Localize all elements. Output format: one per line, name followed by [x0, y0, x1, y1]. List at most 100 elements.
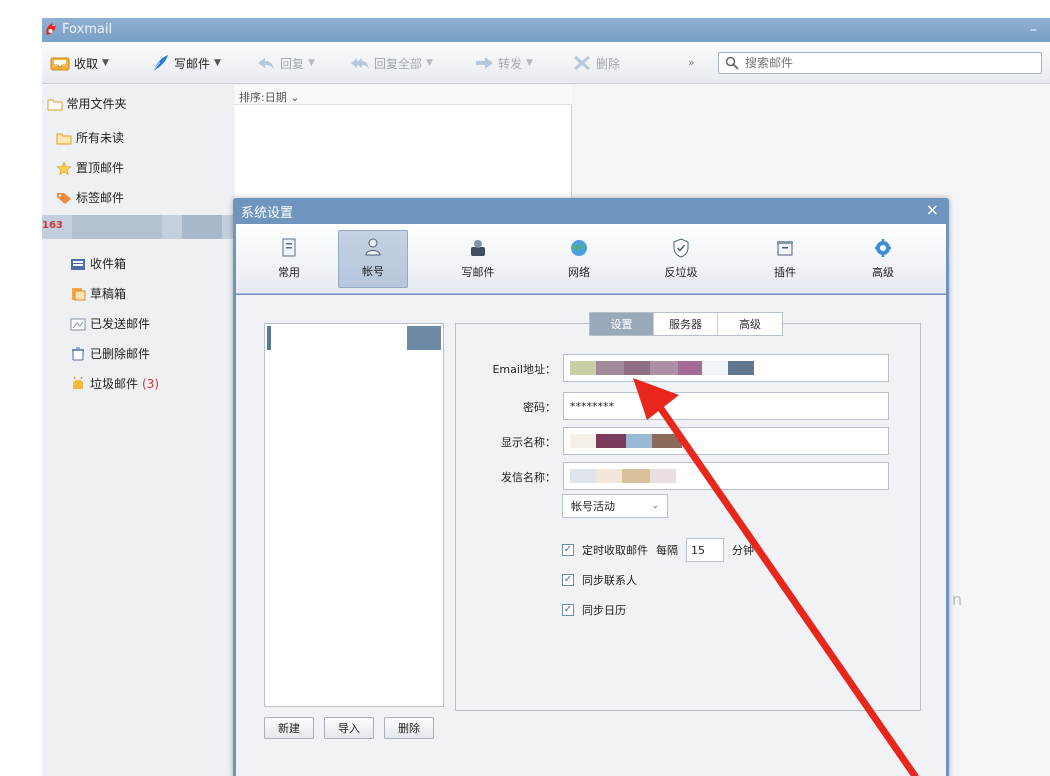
settings-subtabs: 设置 服务器 高级	[589, 312, 783, 336]
foxmail-window: Foxmail – 收取 ▼ 写邮件 ▼ 回复 ▼ 回复全部 ▼ 转发 ▼ 删除…	[42, 18, 1050, 776]
subtab-advanced[interactable]: 高级	[718, 313, 782, 335]
redacted-block	[650, 469, 676, 483]
title-bar: Foxmail –	[42, 18, 1050, 42]
redacted-block	[596, 434, 626, 448]
tab-network[interactable]: 网络	[544, 232, 614, 288]
tab-advanced[interactable]: 高级	[848, 232, 918, 288]
account-list[interactable]	[264, 323, 444, 707]
more-chevron-icon[interactable]: »	[688, 56, 695, 69]
sync-calendar-option[interactable]: ✓ 同步日历	[562, 602, 626, 618]
receive-button[interactable]: 收取 ▼	[50, 42, 109, 84]
tab-label: 高级	[872, 266, 894, 279]
foxmail-logo-icon	[46, 23, 56, 35]
sidebar-item-inbox[interactable]: 收件箱	[70, 255, 126, 272]
forward-label: 转发	[498, 56, 523, 71]
redacted-block	[624, 361, 650, 375]
folder-sidebar: ▾ 常用文件夹 所有未读 置顶邮件 标签邮件 163 收件箱 草稿箱	[42, 85, 234, 776]
tab-account[interactable]: 帐号	[338, 230, 408, 288]
tab-plugins[interactable]: 插件	[750, 232, 820, 288]
sync-calendar-checkbox[interactable]: ✓	[562, 604, 574, 616]
compose-label: 写邮件	[174, 56, 211, 71]
drafts-icon	[72, 287, 86, 300]
sync-contacts-option[interactable]: ✓ 同步联系人	[562, 572, 637, 588]
sync-calendar-label: 同步日历	[582, 604, 626, 617]
compose-settings-icon	[471, 240, 485, 256]
redacted-block	[678, 361, 702, 375]
subtab-settings[interactable]: 设置	[590, 313, 654, 335]
advanced-gear-icon	[875, 239, 891, 257]
sidebar-group-label: 常用文件夹	[66, 97, 127, 111]
import-account-button[interactable]: 导入	[324, 717, 374, 739]
dialog-title: 系统设置	[241, 206, 294, 221]
redacted-block	[596, 469, 622, 483]
tab-label: 写邮件	[461, 266, 495, 279]
tab-label: 反垃圾	[664, 266, 698, 279]
search-box[interactable]	[718, 52, 1042, 74]
background-watermark-text: n	[952, 590, 963, 609]
delete-account-button[interactable]: 删除	[384, 717, 434, 739]
settings-category-tabs: 常用 帐号 写邮件 网络 反垃圾 插件 高级	[236, 224, 946, 294]
unread-count-badge: (3)	[142, 376, 160, 391]
new-account-button[interactable]: 新建	[264, 717, 314, 739]
sidebar-item-junk[interactable]: 垃圾邮件 (3)	[70, 375, 159, 392]
redacted-block	[570, 469, 596, 483]
password-field[interactable]: ********	[563, 392, 889, 420]
account-badge: 163	[42, 220, 63, 231]
reply-button[interactable]: 回复 ▼	[256, 42, 315, 84]
chevron-down-icon[interactable]: ▼	[102, 58, 109, 68]
interval-spinner[interactable]: 15	[686, 538, 724, 562]
redacted-block	[570, 434, 596, 448]
junk-icon	[73, 376, 83, 389]
email-field[interactable]	[563, 354, 889, 382]
sender-name-field[interactable]	[563, 462, 889, 490]
app-title: Foxmail	[62, 22, 113, 37]
sort-dropdown[interactable]: 排序:日期 ⌄	[239, 89, 299, 105]
account-status-value: 帐号活动	[571, 500, 615, 513]
chevron-down-icon[interactable]: ▾	[42, 99, 43, 109]
chevron-down-icon[interactable]: ▼	[308, 58, 315, 68]
folder-icon	[56, 133, 72, 144]
chevron-down-icon[interactable]: ▼	[426, 58, 433, 68]
delete-label: 删除	[596, 56, 621, 71]
every-label: 每隔	[656, 544, 678, 557]
sidebar-item-unread[interactable]: 所有未读	[56, 129, 124, 146]
chevron-down-icon[interactable]: ▼	[214, 58, 221, 68]
minimize-icon[interactable]: –	[1030, 22, 1044, 38]
sidebar-item-tagged[interactable]: 标签邮件	[56, 189, 124, 206]
close-icon[interactable]: ×	[926, 200, 939, 219]
tab-label: 网络	[568, 266, 590, 279]
antispam-shield-icon	[673, 238, 689, 258]
sidebar-group-common[interactable]: ▾ 常用文件夹	[42, 95, 127, 112]
chevron-down-icon[interactable]: ▼	[526, 58, 533, 68]
delete-button[interactable]: 删除	[572, 42, 620, 84]
sidebar-item-deleted[interactable]: 已删除邮件	[70, 345, 150, 362]
forward-arrow-icon	[476, 57, 493, 69]
sidebar-item-sent[interactable]: 已发送邮件	[70, 315, 150, 332]
compose-button[interactable]: 写邮件 ▼	[150, 42, 221, 84]
tab-label: 帐号	[362, 265, 384, 278]
redacted-block	[570, 361, 596, 375]
general-icon	[282, 238, 296, 257]
sidebar-item-pinned[interactable]: 置顶邮件	[56, 159, 124, 176]
account-status-select[interactable]: 帐号活动 ⌄	[562, 494, 668, 518]
redacted-block	[626, 434, 652, 448]
account-settings-panel: 设置 服务器 高级 Email地址： 密码： ******** 显示名称： 发信…	[455, 312, 921, 711]
account-row[interactable]: 163	[42, 215, 234, 239]
auto-receive-label: 定时收取邮件	[582, 544, 648, 557]
tab-compose[interactable]: 写邮件	[443, 232, 513, 288]
sidebar-item-drafts[interactable]: 草稿箱	[70, 285, 126, 302]
search-icon	[725, 56, 739, 70]
display-name-field[interactable]	[563, 427, 889, 455]
sidebar-item-label: 草稿箱	[90, 287, 127, 301]
tab-general[interactable]: 常用	[254, 232, 324, 288]
forward-button[interactable]: 转发 ▼	[474, 42, 533, 84]
subtab-server[interactable]: 服务器	[654, 313, 718, 335]
auto-receive-option[interactable]: ✓ 定时收取邮件 每隔 15 分钟	[562, 538, 754, 562]
auto-receive-checkbox[interactable]: ✓	[562, 544, 574, 556]
dialog-body: 新建 导入 删除 设置 服务器 高级 Email地址： 密码： ********…	[236, 295, 946, 776]
search-input[interactable]	[745, 56, 1005, 70]
redacted-block	[652, 434, 682, 448]
tab-antispam[interactable]: 反垃圾	[646, 232, 716, 288]
sync-contacts-checkbox[interactable]: ✓	[562, 574, 574, 586]
reply-all-button[interactable]: 回复全部 ▼	[350, 42, 433, 84]
